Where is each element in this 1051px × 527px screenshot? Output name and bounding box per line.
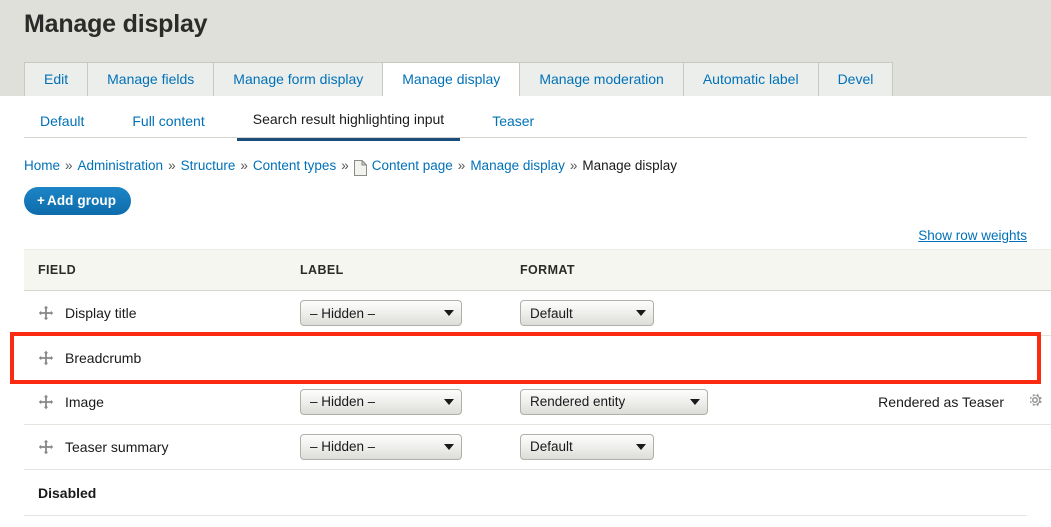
row-format-cell: Default <box>506 424 806 470</box>
tab-devel[interactable]: Devel <box>817 62 894 96</box>
label-select-value: – Hidden – <box>310 439 376 454</box>
view-mode-tab-search-result-highlighting-input[interactable]: Search result highlighting input <box>236 111 461 141</box>
chevron-down-icon <box>444 398 454 405</box>
row-summary-cell: Rendered as Teaser <box>806 379 1004 425</box>
page-title: Manage display <box>24 10 208 38</box>
row-field-cell: Teaser summary <box>24 424 286 470</box>
breadcrumb-separator: » <box>341 157 349 173</box>
table-row: Image – Hidden – Rendered entity Rendere… <box>24 379 1051 425</box>
column-header-field: FIELD <box>24 249 286 291</box>
view-mode-tab-teaser[interactable]: Teaser <box>476 113 550 140</box>
breadcrumb-link-manage-display[interactable]: Manage display <box>470 158 565 173</box>
field-name: Display title <box>65 305 137 321</box>
row-label-cell: – Hidden – <box>286 379 506 425</box>
breadcrumb-link-content-page[interactable]: Content page <box>372 158 453 173</box>
breadcrumb: Home » Administration » Structure » Cont… <box>24 138 1027 176</box>
label-select[interactable]: – Hidden – <box>300 388 462 415</box>
page-header: Manage display Edit Manage fields Manage… <box>0 0 1051 96</box>
table-header-row: FIELD LABEL FORMAT <box>24 249 1051 291</box>
tab-edit[interactable]: Edit <box>24 62 88 96</box>
tab-manage-form-display[interactable]: Manage form display <box>213 62 383 96</box>
add-group-button[interactable]: + Add group <box>24 187 132 215</box>
chevron-down-icon <box>444 443 454 450</box>
row-operations-cell <box>1004 290 1051 336</box>
row-label-cell: – Hidden – <box>286 290 506 336</box>
format-select[interactable]: Rendered entity <box>520 388 708 415</box>
field-display-table: FIELD LABEL FORMAT Display title – Hidde… <box>24 249 1051 470</box>
row-field-cell: Display title <box>24 290 286 336</box>
format-select-value: Default <box>530 305 573 321</box>
column-header-format: FORMAT <box>506 249 806 291</box>
chevron-down-icon <box>636 310 646 316</box>
column-header-operations <box>1004 249 1051 291</box>
drag-handle-icon[interactable] <box>38 394 54 410</box>
tab-automatic-label[interactable]: Automatic label <box>682 62 818 96</box>
row-summary-cell <box>806 336 1004 380</box>
format-select[interactable]: Default <box>520 300 654 326</box>
chevron-down-icon <box>690 398 700 405</box>
row-format-cell: Rendered entity <box>506 379 806 425</box>
breadcrumb-current: Manage display <box>582 157 677 173</box>
label-select[interactable]: – Hidden – <box>300 433 462 460</box>
label-select-value: – Hidden – <box>310 394 376 409</box>
breadcrumb-separator: » <box>457 157 466 173</box>
breadcrumb-separator: » <box>240 157 248 173</box>
column-header-summary <box>806 249 1004 291</box>
chevron-down-icon <box>636 443 646 450</box>
gear-icon[interactable] <box>1026 391 1044 412</box>
label-select-value: – Hidden – <box>310 305 376 321</box>
table-row: Breadcrumb <box>24 336 1051 380</box>
breadcrumb-separator: » <box>65 157 73 173</box>
breadcrumb-link-home[interactable]: Home <box>24 158 60 173</box>
drag-handle-icon[interactable] <box>38 439 54 455</box>
table-row: Display title – Hidden – Default <box>24 290 1051 336</box>
breadcrumb-separator: » <box>168 157 176 173</box>
chevron-down-icon <box>444 310 454 316</box>
content-area: Default Full content Search result highl… <box>0 96 1051 516</box>
actions-bar: + Add group <box>24 173 1027 215</box>
label-select[interactable]: – Hidden – <box>300 300 462 326</box>
page-icon <box>353 159 368 176</box>
row-weights-toggle-wrap: Show row weights <box>24 215 1027 249</box>
breadcrumb-link-structure[interactable]: Structure <box>181 158 236 173</box>
field-name: Breadcrumb <box>65 349 142 366</box>
format-select-value: Rendered entity <box>530 394 626 409</box>
table-body: Display title – Hidden – Default Breadcr… <box>24 290 1051 470</box>
breadcrumb-link-administration[interactable]: Administration <box>78 158 164 173</box>
column-header-label: LABEL <box>286 249 506 291</box>
drag-handle-icon[interactable] <box>38 305 54 321</box>
table-header: FIELD LABEL FORMAT <box>24 249 1051 291</box>
format-select-value: Default <box>530 439 573 454</box>
row-summary-cell <box>806 424 1004 470</box>
disabled-region-header: Disabled <box>24 470 1027 516</box>
add-group-label: Add group <box>46 193 117 208</box>
format-select[interactable]: Default <box>520 433 654 460</box>
row-operations-cell <box>1004 379 1051 425</box>
plus-icon: + <box>37 193 45 208</box>
view-mode-tab-default[interactable]: Default <box>24 113 100 140</box>
row-field-cell: Image <box>24 379 286 425</box>
row-field-cell: Breadcrumb <box>24 336 286 380</box>
tab-manage-display[interactable]: Manage display <box>382 62 521 96</box>
tab-manage-moderation[interactable]: Manage moderation <box>520 62 683 96</box>
row-label-cell: – Hidden – <box>286 424 506 470</box>
table-row: Teaser summary – Hidden – Default <box>24 424 1051 470</box>
row-operations-cell <box>1004 336 1051 380</box>
breadcrumb-link-content-types[interactable]: Content types <box>253 158 336 173</box>
view-mode-tab-full-content[interactable]: Full content <box>116 113 220 140</box>
row-label-cell <box>286 336 506 380</box>
tab-manage-fields[interactable]: Manage fields <box>87 62 214 96</box>
drag-handle-icon[interactable] <box>38 350 54 366</box>
show-row-weights-link[interactable]: Show row weights <box>918 228 1027 243</box>
breadcrumb-separator: » <box>569 157 578 173</box>
secondary-tab-bar: Default Full content Search result highl… <box>24 96 1027 141</box>
field-name: Image <box>65 393 104 410</box>
primary-tab-bar: Edit Manage fields Manage form display M… <box>24 62 894 96</box>
row-summary-cell <box>806 290 1004 336</box>
row-format-cell: Default <box>506 290 806 336</box>
field-name: Teaser summary <box>65 438 169 455</box>
row-operations-cell <box>1004 424 1051 470</box>
row-format-cell <box>506 336 806 380</box>
